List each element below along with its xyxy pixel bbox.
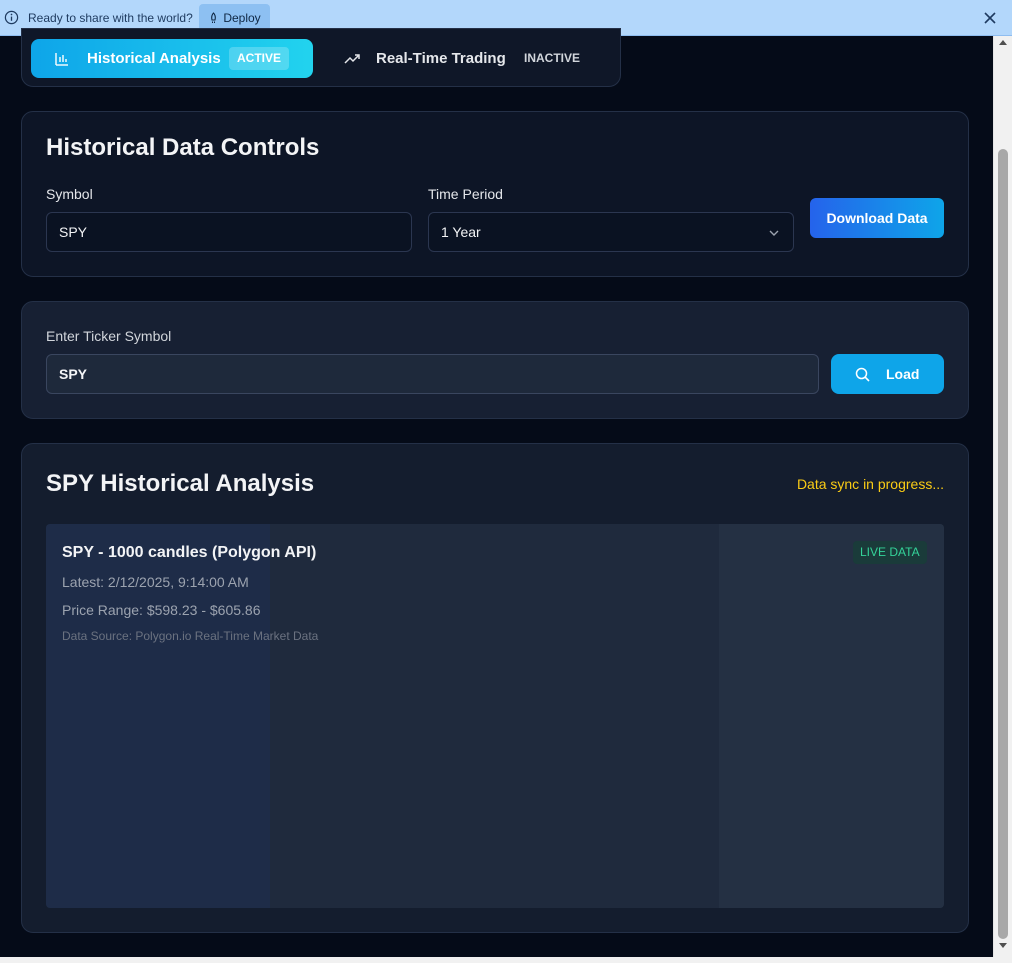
chart-title: SPY - 1000 candles (Polygon API) (62, 544, 317, 561)
load-button[interactable]: Load (831, 354, 944, 394)
scroll-up-arrow[interactable] (999, 40, 1007, 45)
ticker-input[interactable]: SPY (46, 354, 819, 394)
ticker-value: SPY (59, 366, 88, 382)
tab-label: Historical Analysis (87, 50, 221, 67)
section-title: Historical Data Controls (46, 134, 320, 161)
bar-chart-icon (55, 53, 68, 66)
close-icon[interactable] (983, 11, 997, 25)
scroll-down-arrow[interactable] (999, 943, 1007, 948)
symbol-label: Symbol (46, 186, 93, 202)
scrollbar-thumb[interactable] (998, 149, 1008, 939)
time-period-label: Time Period (428, 186, 503, 202)
search-icon (855, 367, 870, 382)
ticker-label: Enter Ticker Symbol (46, 328, 172, 344)
live-data-badge: LIVE DATA (853, 541, 927, 564)
symbol-value: SPY (59, 224, 88, 240)
ticker-search: Enter Ticker Symbol SPY Load (21, 301, 969, 419)
chart-band-right (719, 524, 944, 908)
latest-timestamp: Latest: 2/12/2025, 9:14:00 AM (62, 574, 249, 590)
data-source: Data Source: Polygon.io Real-Time Market… (62, 629, 319, 643)
historical-data-controls: Historical Data Controls Symbol SPY Time… (21, 111, 969, 277)
historical-analysis-panel: SPY Historical Analysis Data sync in pro… (21, 443, 969, 933)
chevron-down-icon (769, 230, 779, 236)
deploy-label: Deploy (223, 10, 261, 25)
sync-status: Data sync in progress... (796, 476, 944, 492)
chart-area[interactable]: SPY - 1000 candles (Polygon API) Latest:… (46, 524, 944, 908)
rocket-icon (211, 11, 217, 23)
time-period-select[interactable]: 1 Year (428, 212, 794, 252)
banner-message: Ready to share with the world? (28, 11, 193, 25)
tab-label: Real-Time Trading (376, 50, 506, 67)
time-period-value: 1 Year (441, 224, 481, 240)
analysis-title: SPY Historical Analysis (46, 470, 315, 497)
bottom-strip (0, 957, 1012, 963)
info-icon (4, 10, 19, 25)
status-badge: INACTIVE (524, 51, 581, 65)
scrollbar[interactable] (993, 36, 1012, 957)
symbol-input[interactable]: SPY (46, 212, 412, 252)
tab-historical-analysis[interactable]: Historical Analysis ACTIVE (31, 39, 313, 78)
mode-tabs: Historical Analysis ACTIVE Real-Time Tra… (21, 28, 621, 87)
download-data-button[interactable]: Download Data (810, 198, 944, 238)
price-range: Price Range: $598.23 - $605.86 (62, 602, 261, 618)
trending-up-icon (344, 54, 360, 64)
load-label: Load (886, 366, 920, 382)
status-badge: ACTIVE (229, 47, 290, 70)
deploy-button[interactable]: Deploy (199, 4, 270, 31)
